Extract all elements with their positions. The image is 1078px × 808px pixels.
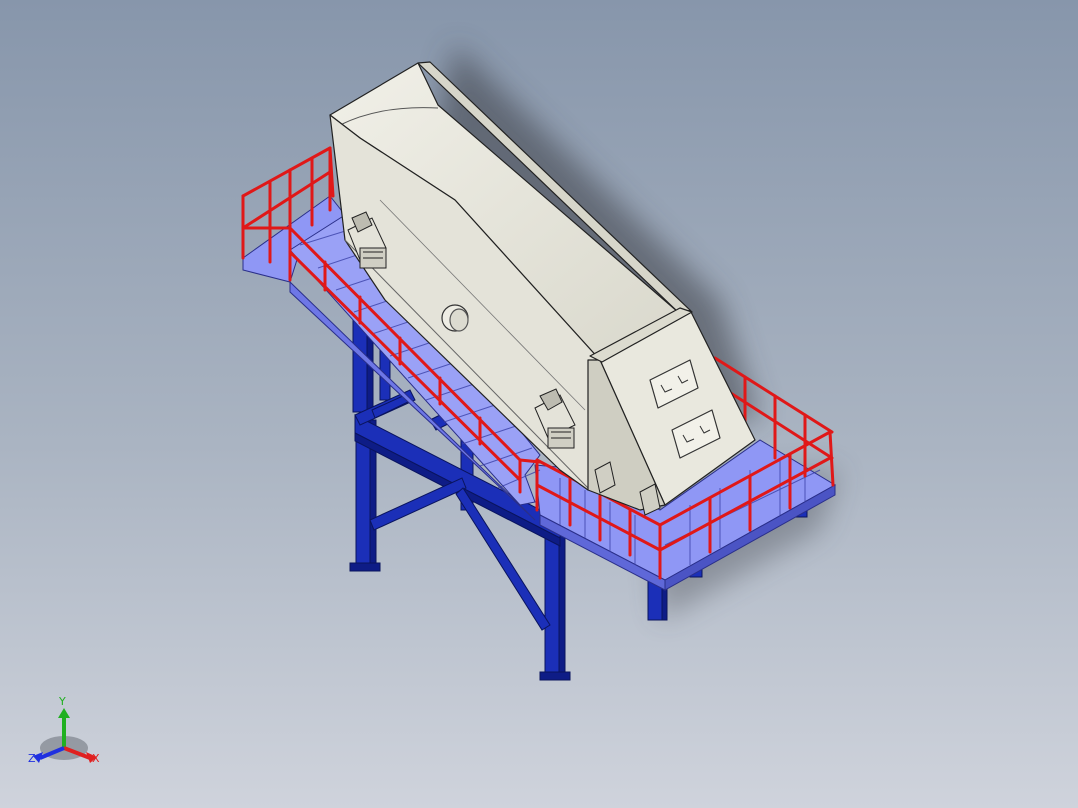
model-canvas[interactable] [0, 0, 1078, 808]
x-axis-label: X [92, 752, 100, 765]
z-axis-label: Z [28, 752, 36, 765]
column-base-plate [349, 562, 381, 572]
inspection-port-rim [449, 308, 469, 332]
handrail-top [241, 146, 335, 198]
y-axis-label: Y [58, 695, 66, 708]
orientation-triad[interactable]: Y X Z [22, 692, 112, 782]
column-base-plate [539, 671, 571, 681]
brace [369, 477, 467, 531]
cad-viewport[interactable]: Y X Z [0, 0, 1078, 808]
triad-graphic: Y X Z [28, 695, 100, 765]
